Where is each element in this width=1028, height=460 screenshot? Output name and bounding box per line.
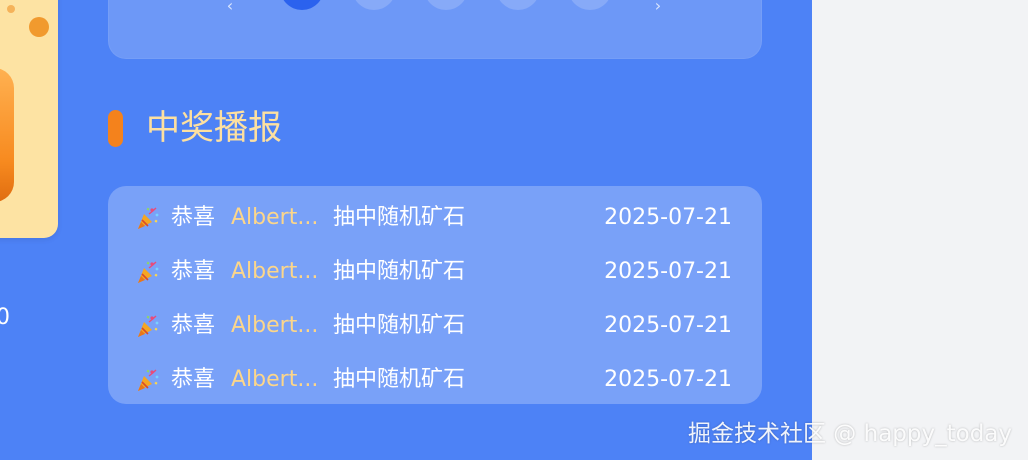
- prize-card[interactable]: [0, 0, 58, 238]
- prize-text: 抽中随机矿石: [333, 367, 466, 392]
- win-date: 2025-07-21: [604, 367, 732, 392]
- party-popper-icon: [138, 207, 159, 229]
- winner-username[interactable]: Albert...: [231, 203, 324, 233]
- winner-row: 恭喜 Albert... 抽中随机矿石 2025-07-21: [108, 350, 762, 404]
- right-side-panel: [812, 0, 1028, 460]
- prize-card-accent: [0, 68, 14, 202]
- win-date: 2025-07-21: [604, 313, 732, 338]
- chevron-right-icon[interactable]: ›: [653, 0, 663, 16]
- watermark: 掘金技术社区 @ happy_today: [688, 421, 1012, 447]
- prize-text: 抽中随机矿石: [333, 205, 466, 230]
- prize-card-value: 0: [0, 305, 10, 330]
- decor-dot-small: [7, 5, 15, 13]
- page-button-3[interactable]: 3: [424, 0, 468, 10]
- winner-username[interactable]: Albert...: [231, 365, 324, 395]
- win-date: 2025-07-21: [604, 205, 732, 230]
- pagination-bar: ‹ 1 2 3 4 5 ›: [108, 0, 762, 59]
- page-button-5[interactable]: 5: [568, 0, 612, 10]
- win-date: 2025-07-21: [604, 259, 732, 284]
- decor-dot: [29, 17, 49, 37]
- section-title-marker: [108, 110, 123, 147]
- page-button-2[interactable]: 2: [352, 0, 396, 10]
- winner-row: 恭喜 Albert... 抽中随机矿石 2025-07-21: [108, 242, 762, 296]
- winner-username[interactable]: Albert...: [231, 257, 324, 287]
- prize-text: 抽中随机矿石: [333, 313, 466, 338]
- section-title: 中奖播报: [146, 108, 282, 148]
- winner-username[interactable]: Albert...: [231, 311, 324, 341]
- prize-text: 抽中随机矿石: [333, 259, 466, 284]
- congrats-text: 恭喜: [171, 205, 216, 230]
- party-popper-icon: [138, 261, 159, 283]
- congrats-text: 恭喜: [171, 259, 216, 284]
- congrats-text: 恭喜: [171, 367, 216, 392]
- page: 0 ‹ 1 2 3 4 5 › 中奖播报 恭喜 Albert... 抽中随机矿石…: [0, 0, 1028, 460]
- party-popper-icon: [138, 315, 159, 337]
- winner-row: 恭喜 Albert... 抽中随机矿石 2025-07-21: [108, 296, 762, 350]
- congrats-text: 恭喜: [171, 313, 216, 338]
- party-popper-icon: [138, 369, 159, 391]
- winner-row: 恭喜 Albert... 抽中随机矿石 2025-07-21: [108, 188, 762, 242]
- page-button-4[interactable]: 4: [496, 0, 540, 10]
- chevron-left-icon[interactable]: ‹: [225, 0, 235, 16]
- page-button-1[interactable]: 1: [280, 0, 324, 10]
- winners-list[interactable]: 恭喜 Albert... 抽中随机矿石 2025-07-21 恭喜 Albert…: [108, 186, 762, 404]
- winners-list-scroll: 恭喜 Albert... 抽中随机矿石 2025-07-21 恭喜 Albert…: [108, 186, 762, 404]
